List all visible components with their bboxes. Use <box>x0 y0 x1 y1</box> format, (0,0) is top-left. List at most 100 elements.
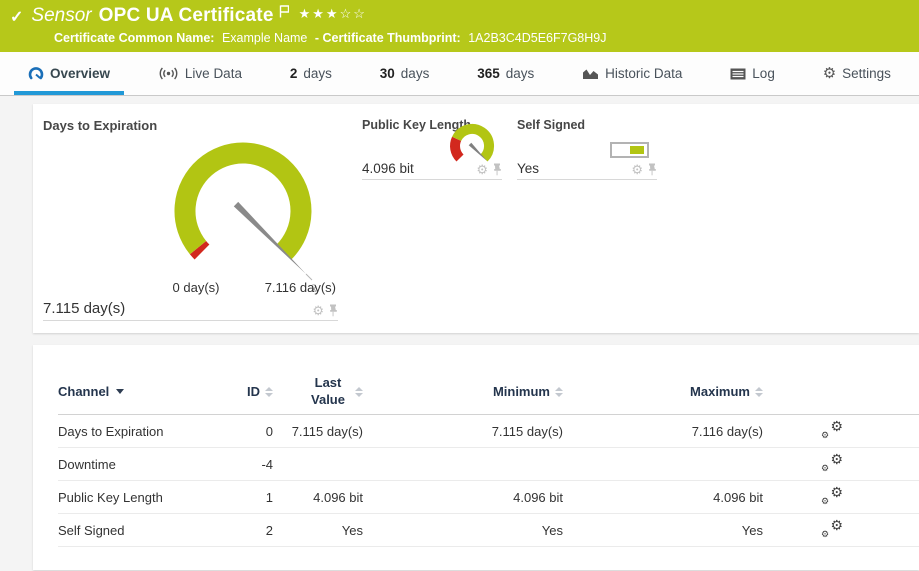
common-name-label: Certificate Common Name: <box>54 31 214 45</box>
channel-name: Self Signed <box>58 523 235 538</box>
favorite-flag-icon[interactable] <box>279 5 289 23</box>
column-header-channel-label: Channel <box>58 384 109 399</box>
tab-log[interactable]: Log <box>716 52 789 95</box>
channel-name: Downtime <box>58 457 235 472</box>
tab-live-data[interactable]: Live Data <box>144 52 256 95</box>
channel-name: Public Key Length <box>58 490 235 505</box>
big-gauge-graphic: x̄ <box>148 137 348 295</box>
channel-settings-gear-icon[interactable]: ⚙ <box>312 304 324 317</box>
tab-overview[interactable]: Overview <box>14 52 124 95</box>
column-header-last-value[interactable]: Last Value <box>275 375 365 409</box>
tab-live-data-label: Live Data <box>185 66 242 81</box>
sensor-tab-bar: Overview Live Data 2 days 30 days 365 da… <box>0 52 919 96</box>
tab-365-days-number: 365 <box>477 66 500 81</box>
channel-name: Days to Expiration <box>58 424 235 439</box>
column-header-channel[interactable]: Channel <box>58 384 235 399</box>
tab-2-days-label: days <box>303 66 332 81</box>
channel-settings-gears-icon[interactable]: ⚙⚙ <box>821 487 843 505</box>
tab-30-days-number: 30 <box>380 66 395 81</box>
channel-last-value: Yes <box>275 523 365 538</box>
gauge-icon <box>28 67 44 81</box>
channel-maximum: 4.096 bit <box>565 490 765 505</box>
channel-settings-gears-icon[interactable]: ⚙⚙ <box>821 454 843 472</box>
table-row: Downtime -4 ⚙⚙ <box>58 448 919 481</box>
priority-stars[interactable]: ★★★☆☆ <box>299 6 367 22</box>
channel-last-value: 7.115 day(s) <box>275 424 365 439</box>
channel-minimum: 7.115 day(s) <box>365 424 565 439</box>
tab-settings-label: Settings <box>842 66 891 81</box>
object-kind-label: Sensor <box>31 5 91 27</box>
status-ok-check-icon: ✓ <box>10 7 23 27</box>
pin-icon[interactable] <box>328 304 338 317</box>
column-header-last-value-label: Last Value <box>306 375 350 409</box>
tab-2-days[interactable]: 2 days <box>276 52 346 95</box>
column-header-minimum[interactable]: Minimum <box>365 384 565 399</box>
tab-30-days-label: days <box>401 66 430 81</box>
channel-gauge-days-to-expiration: Days to Expiration x̄ 0 day(s) 7.116 day… <box>43 118 338 323</box>
common-name-value: Example Name <box>222 31 307 45</box>
gauge-footer: 4.096 bit ⚙ <box>362 156 502 180</box>
channel-settings-gear-icon[interactable]: ⚙ <box>476 163 488 176</box>
thumbprint-label: - Certificate Thumbprint: <box>315 31 461 45</box>
channel-value: 7.115 day(s) <box>43 300 125 317</box>
big-gauge: x̄ 0 day(s) 7.116 day(s) <box>43 133 338 295</box>
channel-settings-gears-icon[interactable]: ⚙⚙ <box>821 421 843 439</box>
channel-settings-gears-icon[interactable]: ⚙⚙ <box>821 520 843 538</box>
gauge-footer: 7.115 day(s) ⚙ <box>43 295 338 321</box>
log-list-icon <box>730 68 746 80</box>
sort-arrows-icon <box>355 387 363 397</box>
table-row: Self Signed 2 Yes Yes Yes ⚙⚙ <box>58 514 919 547</box>
sensor-title-row: ✓ Sensor OPC UA Certificate ★★★☆☆ <box>8 4 909 27</box>
channel-id: 2 <box>235 523 275 538</box>
channel-table-header: Channel ID Last Value Minimum Maximum <box>58 373 919 415</box>
channel-last-value: 4.096 bit <box>275 490 365 505</box>
sort-arrows-icon <box>265 387 273 397</box>
sensor-message: Certificate Common Name: Example Name - … <box>54 31 909 45</box>
column-header-id-label: ID <box>247 384 260 399</box>
pin-icon[interactable] <box>492 163 502 176</box>
table-row: Public Key Length 1 4.096 bit 4.096 bit … <box>58 481 919 514</box>
sort-arrows-icon <box>555 387 563 397</box>
area-chart-icon <box>582 67 599 80</box>
toggle-knob <box>630 146 644 154</box>
tab-settings[interactable]: ⚙ Settings <box>809 52 905 95</box>
broadcast-icon <box>158 67 179 80</box>
gauge-title: Days to Expiration <box>43 118 338 133</box>
channel-gauge-public-key-length: Public Key Length 4.096 bit ⚙ <box>362 118 502 180</box>
channel-table-panel: Channel ID Last Value Minimum Maximum Da… <box>33 345 919 570</box>
column-header-minimum-label: Minimum <box>493 384 550 399</box>
sensor-name: OPC UA Certificate <box>99 5 274 27</box>
tab-2-days-number: 2 <box>290 66 298 81</box>
tab-30-days[interactable]: 30 days <box>366 52 444 95</box>
channel-minimum: Yes <box>365 523 565 538</box>
table-row: Days to Expiration 0 7.115 day(s) 7.115 … <box>58 415 919 448</box>
channel-id: -4 <box>235 457 275 472</box>
column-header-maximum[interactable]: Maximum <box>565 384 765 399</box>
gauge-max-label: 7.116 day(s) <box>265 280 336 295</box>
channel-minimum: 4.096 bit <box>365 490 565 505</box>
channel-maximum: Yes <box>565 523 765 538</box>
channel-value: Yes <box>517 161 539 176</box>
channel-id: 1 <box>235 490 275 505</box>
gauge-min-label: 0 day(s) <box>161 280 231 295</box>
column-header-id[interactable]: ID <box>235 384 275 399</box>
channel-id: 0 <box>235 424 275 439</box>
sort-caret-down-icon <box>116 389 124 394</box>
tab-overview-label: Overview <box>50 66 110 81</box>
tab-365-days-label: days <box>506 66 535 81</box>
sensor-status-header: ✓ Sensor OPC UA Certificate ★★★☆☆ Certif… <box>0 0 919 52</box>
sort-arrows-icon <box>755 387 763 397</box>
thumbprint-value: 1A2B3C4D5E6F7G8H9J <box>468 31 606 45</box>
tab-historic-data[interactable]: Historic Data <box>568 52 696 95</box>
gauge-title: Self Signed <box>517 118 657 132</box>
channel-gauge-self-signed: Self Signed Yes ⚙ <box>517 118 657 180</box>
channel-settings-gear-icon[interactable]: ⚙ <box>631 163 643 176</box>
channel-value: 4.096 bit <box>362 161 414 176</box>
column-header-maximum-label: Maximum <box>690 384 750 399</box>
tab-log-label: Log <box>752 66 775 81</box>
pin-icon[interactable] <box>647 163 657 176</box>
gear-icon: ⚙ <box>823 66 836 81</box>
channel-maximum: 7.116 day(s) <box>565 424 765 439</box>
tab-365-days[interactable]: 365 days <box>463 52 548 95</box>
tab-historic-data-label: Historic Data <box>605 66 682 81</box>
